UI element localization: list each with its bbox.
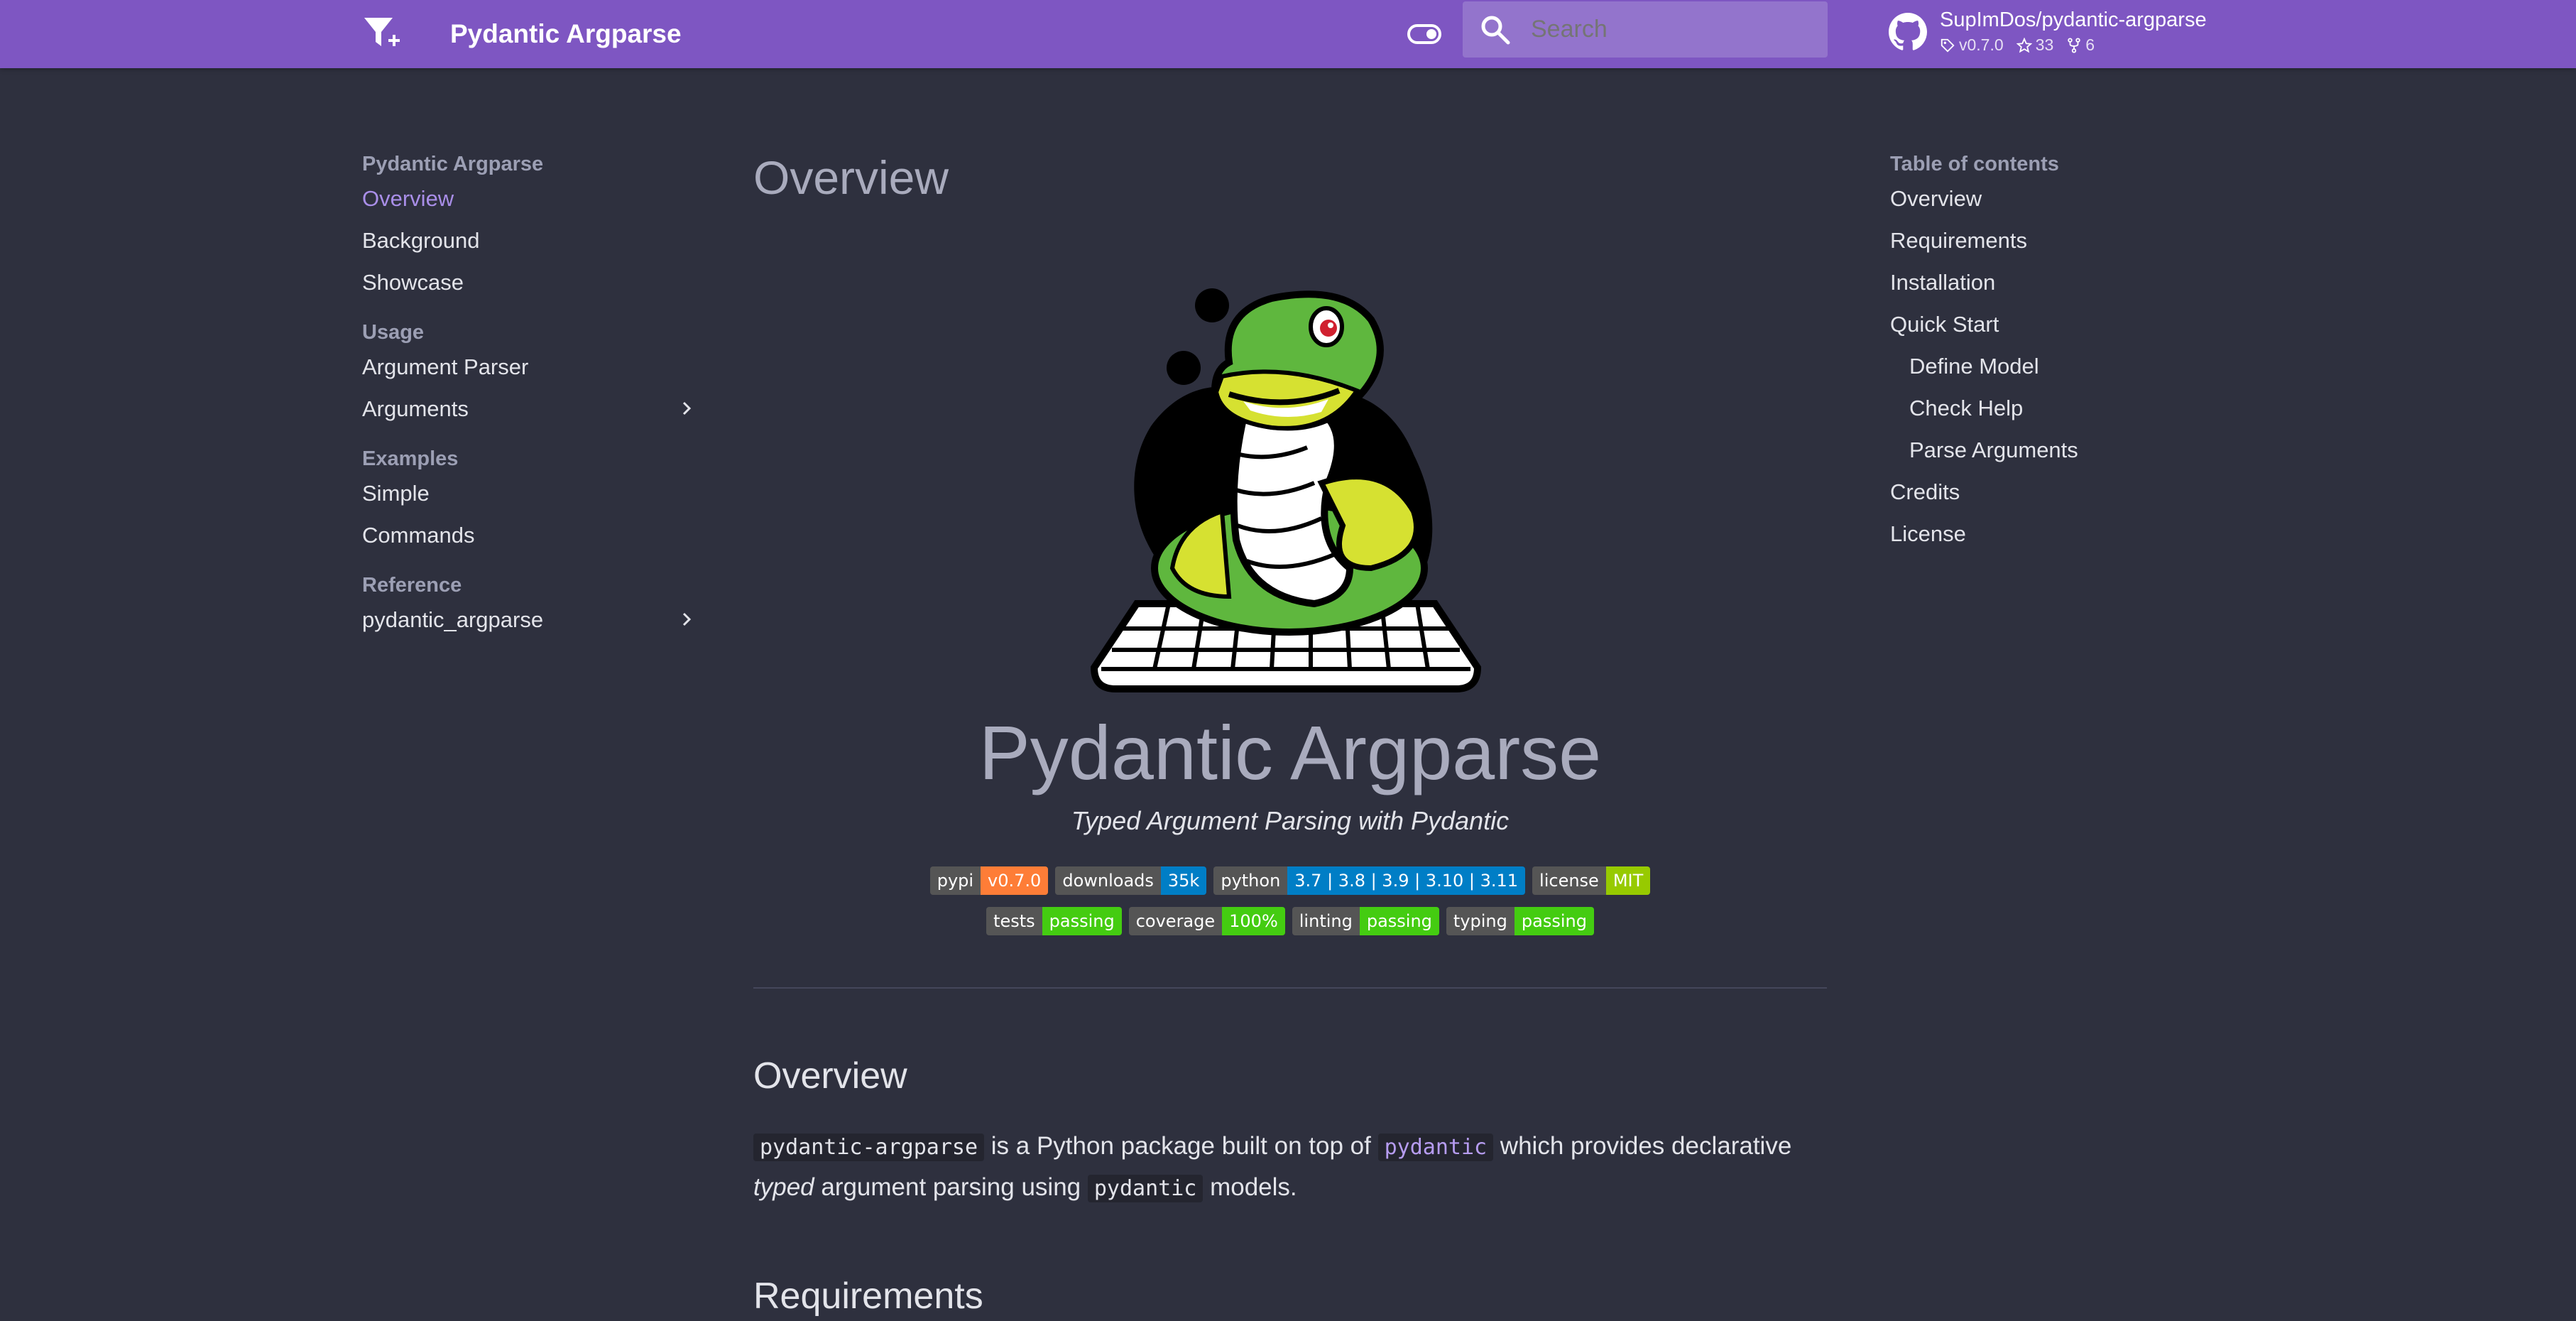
version-fact: v0.7.0 bbox=[1940, 36, 2004, 55]
badge-value: 3.7 | 3.8 | 3.9 | 3.10 | 3.11 bbox=[1287, 866, 1526, 895]
badges-row-2: tests passing coverage 100% linting pass… bbox=[753, 907, 1827, 935]
badge-value: 100% bbox=[1222, 907, 1285, 935]
badge-label: python bbox=[1213, 866, 1288, 895]
fork-icon bbox=[2068, 37, 2080, 53]
nav-item-pydantic-argparse[interactable]: pydantic_argparse bbox=[362, 599, 696, 641]
badge-value: MIT bbox=[1605, 866, 1651, 895]
paragraph-text: is a Python package built on top of bbox=[984, 1132, 1378, 1160]
chevron-right-icon[interactable] bbox=[677, 399, 696, 418]
overview-paragraph: pydantic-argparse is a Python package bu… bbox=[753, 1126, 1827, 1209]
nav-item-showcase[interactable]: Showcase bbox=[362, 261, 696, 303]
filter-plus-logo-icon[interactable] bbox=[360, 12, 403, 55]
nav-section-examples: Examples Simple Commands bbox=[362, 445, 696, 556]
nav-section-title: Examples bbox=[362, 447, 459, 470]
toc-item-define-model[interactable]: Define Model bbox=[1890, 345, 2224, 387]
nav-section-title[interactable]: Pydantic Argparse bbox=[362, 151, 696, 178]
badge-label: linting bbox=[1292, 907, 1360, 935]
python-snake-mascot-image bbox=[1016, 270, 1570, 696]
repo-stars: 33 bbox=[2035, 36, 2054, 54]
paragraph-text: argument parsing using bbox=[814, 1173, 1088, 1201]
toc-item-check-help[interactable]: Check Help bbox=[1890, 387, 2224, 429]
badge-value: passing bbox=[1359, 907, 1439, 935]
badge-value: passing bbox=[1514, 907, 1594, 935]
badge-label: pypi bbox=[929, 866, 981, 895]
typing-badge[interactable]: typing passing bbox=[1446, 907, 1594, 935]
license-badge[interactable]: license MIT bbox=[1532, 866, 1651, 895]
primary-navigation: Pydantic Argparse Overview Background Sh… bbox=[362, 151, 696, 656]
section-heading-requirements: Requirements bbox=[753, 1276, 983, 1317]
toc-item-parse-arguments[interactable]: Parse Arguments bbox=[1890, 429, 2224, 471]
badge-value: 35k bbox=[1160, 866, 1207, 895]
stars-fact: 33 bbox=[2016, 36, 2054, 55]
chevron-right-icon[interactable] bbox=[677, 610, 696, 629]
hero-title: Pydantic Argparse bbox=[978, 710, 1602, 795]
section-heading-overview: Overview bbox=[753, 1055, 907, 1097]
badge-label: typing bbox=[1446, 907, 1515, 935]
repo-forks: 6 bbox=[2085, 36, 2095, 54]
toc-item-overview[interactable]: Overview bbox=[1890, 178, 2224, 219]
nav-item-label: pydantic_argparse bbox=[362, 607, 544, 632]
repository-name: SupImDos/pydantic-argparse bbox=[1940, 9, 2207, 31]
badge-label: coverage bbox=[1128, 907, 1223, 935]
nav-item-simple[interactable]: Simple bbox=[362, 472, 696, 514]
star-icon bbox=[2016, 37, 2032, 53]
pydantic-link[interactable]: pydantic bbox=[1377, 1134, 1494, 1161]
nav-item-overview[interactable]: Overview bbox=[362, 178, 696, 219]
repository-facts: v0.7.0 33 6 bbox=[1940, 36, 2095, 55]
badge-value: passing bbox=[1042, 907, 1122, 935]
toc-item-license[interactable]: License bbox=[1890, 513, 2224, 555]
hero-subtitle: Typed Argument Parsing with Pydantic bbox=[1071, 806, 1510, 835]
python-badge[interactable]: python 3.7 | 3.8 | 3.9 | 3.10 | 3.11 bbox=[1213, 866, 1526, 895]
color-scheme-toggle-icon[interactable] bbox=[1406, 16, 1443, 53]
tests-badge[interactable]: tests passing bbox=[986, 907, 1122, 935]
downloads-badge[interactable]: downloads 35k bbox=[1055, 866, 1207, 895]
tag-icon bbox=[1941, 38, 1955, 53]
badge-label: license bbox=[1532, 866, 1606, 895]
nav-section-title: Usage bbox=[362, 321, 425, 344]
toc-item-requirements[interactable]: Requirements bbox=[1890, 219, 2224, 261]
search-box[interactable] bbox=[1463, 1, 1828, 58]
top-header: Pydantic Argparse SupImDos/pydantic-argp… bbox=[0, 0, 2576, 68]
emphasis-text: typed bbox=[753, 1173, 814, 1201]
badge-label: downloads bbox=[1055, 866, 1161, 895]
inline-code: pydantic-argparse bbox=[753, 1134, 985, 1161]
nav-item-background[interactable]: Background bbox=[362, 219, 696, 261]
toc-item-quick-start[interactable]: Quick Start bbox=[1890, 303, 2224, 345]
nav-section-usage: Usage Argument Parser Arguments bbox=[362, 319, 696, 430]
inline-code: pydantic bbox=[1087, 1175, 1204, 1202]
nav-section-pydantic-argparse: Pydantic Argparse Overview Background Sh… bbox=[362, 151, 696, 303]
horizontal-divider bbox=[753, 987, 1827, 989]
search-icon bbox=[1480, 14, 1511, 45]
table-of-contents: Table of contents Overview Requirements … bbox=[1890, 151, 2224, 555]
coverage-badge[interactable]: coverage 100% bbox=[1128, 907, 1285, 935]
paragraph-text: models. bbox=[1203, 1173, 1297, 1201]
nav-section-title: Reference bbox=[362, 574, 462, 597]
toc-title: Table of contents bbox=[1890, 153, 2059, 175]
badge-label: tests bbox=[986, 907, 1042, 935]
github-icon bbox=[1889, 13, 1927, 51]
repo-version: v0.7.0 bbox=[1959, 36, 2004, 54]
toc-item-installation[interactable]: Installation bbox=[1890, 261, 2224, 303]
linting-badge[interactable]: linting passing bbox=[1292, 907, 1439, 935]
page-title: Overview bbox=[753, 151, 949, 204]
pypi-badge[interactable]: pypi v0.7.0 bbox=[929, 866, 1049, 895]
badges-row-1: pypi v0.7.0 downloads 35k python 3.7 | 3… bbox=[753, 866, 1827, 895]
repository-link[interactable]: SupImDos/pydantic-argparse v0.7.0 33 6 bbox=[1889, 6, 2244, 60]
paragraph-text: which provides declarative bbox=[1493, 1132, 1792, 1160]
nav-item-commands[interactable]: Commands bbox=[362, 514, 696, 556]
badge-value: v0.7.0 bbox=[981, 866, 1049, 895]
nav-item-argument-parser[interactable]: Argument Parser bbox=[362, 346, 696, 388]
site-title[interactable]: Pydantic Argparse bbox=[450, 13, 682, 55]
nav-item-arguments[interactable]: Arguments bbox=[362, 388, 696, 430]
nav-item-label: Arguments bbox=[362, 396, 469, 421]
nav-section-reference: Reference pydantic_argparse bbox=[362, 572, 696, 641]
search-input[interactable] bbox=[1531, 1, 1815, 58]
forks-fact: 6 bbox=[2066, 36, 2095, 55]
toc-item-credits[interactable]: Credits bbox=[1890, 471, 2224, 513]
